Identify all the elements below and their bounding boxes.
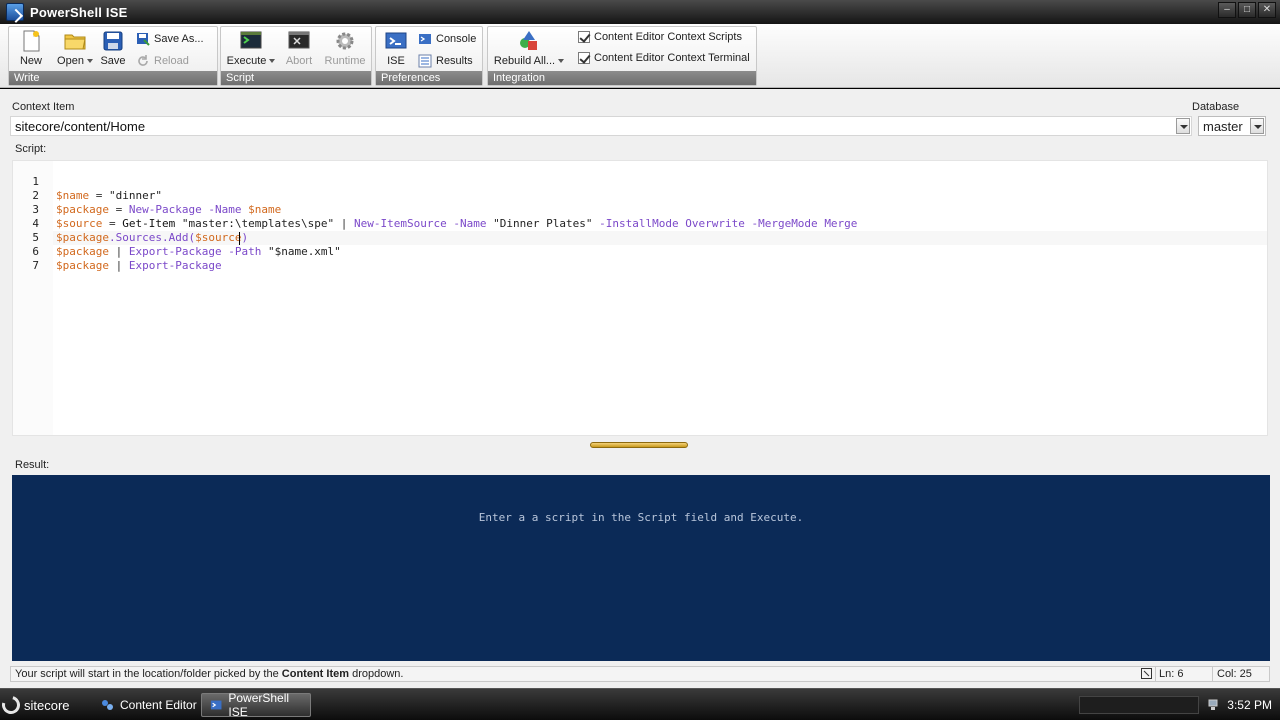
editor-result-splitter[interactable] — [590, 442, 688, 448]
new-button[interactable]: New — [11, 29, 51, 71]
ribbon: New Open Save Save As... Reload Write Ex… — [0, 24, 1280, 88]
status-divider — [1155, 667, 1156, 681]
taskbar: sitecore Content Editor PowerShell ISE 3… — [0, 688, 1280, 720]
chevron-down-icon — [269, 59, 276, 64]
main-panel: Context Item Database sitecore/content/H… — [0, 89, 1280, 688]
database-label: Database — [1192, 101, 1240, 113]
result-panel[interactable]: Enter a a script in the Script field and… — [12, 475, 1270, 661]
window-title: PowerShell ISE — [30, 4, 128, 20]
result-message: Enter a a script in the Script field and… — [478, 511, 804, 524]
write-group: New Open Save Save As... Reload Write — [8, 26, 218, 86]
context-item-input[interactable]: sitecore/content/Home — [10, 116, 1192, 136]
integration-group: Rebuild All... Content Editor Context Sc… — [487, 26, 757, 86]
execute-button[interactable]: Execute — [223, 29, 279, 71]
status-column: Col: 25 — [1217, 668, 1252, 680]
close-button[interactable]: ✕ — [1258, 2, 1276, 18]
context-item-label: Context Item — [12, 101, 75, 113]
ise-button[interactable]: ISE — [376, 29, 416, 71]
rebuild-shapes-icon — [520, 31, 537, 50]
start-button[interactable]: sitecore — [0, 692, 70, 718]
context-scripts-checkbox[interactable]: Content Editor Context Scripts — [578, 28, 742, 46]
context-terminal-checkbox[interactable]: Content Editor Context Terminal — [578, 49, 750, 67]
task-powershell-ise[interactable]: PowerShell ISE — [201, 691, 311, 719]
console-button[interactable]: Console — [418, 30, 476, 48]
abort-icon — [288, 31, 310, 49]
preferences-group: ISE Console Results Preferences — [375, 26, 483, 86]
runtime-gear-icon — [336, 32, 354, 50]
script-editor[interactable]: 1 $name = "dinner" 2 $package = New-Pack… — [12, 160, 1268, 436]
code-line: 3 $source = Get-Item "master:\templates\… — [13, 189, 857, 230]
tray-toolbar — [1079, 696, 1200, 714]
code-line: 4 $package.Sources.Add($source) — [13, 203, 248, 244]
open-folder-icon — [64, 34, 86, 50]
checkbox-checked-icon[interactable] — [578, 31, 590, 43]
powershell-app-icon — [6, 3, 24, 21]
database-dropdown-button[interactable] — [1250, 118, 1264, 134]
ise-icon — [385, 32, 407, 49]
code-line: 7 — [13, 245, 53, 272]
clock[interactable]: 3:52 PM — [1227, 698, 1272, 712]
results-list-icon — [418, 54, 432, 68]
runtime-button[interactable]: Runtime — [321, 29, 369, 71]
save-as-icon — [137, 33, 150, 46]
save-button[interactable]: Save — [93, 29, 133, 71]
system-tray: 3:52 PM — [1079, 689, 1280, 720]
preferences-group-label: Preferences — [376, 71, 482, 85]
code-line: 6 $package | Export-Package — [13, 231, 221, 272]
result-label: Result: — [15, 459, 50, 471]
content-editor-icon — [102, 700, 113, 710]
reload-icon — [138, 55, 148, 66]
text-cursor — [239, 232, 240, 245]
integration-group-label: Integration — [488, 71, 756, 85]
overwrite-mode-icon — [1141, 668, 1152, 679]
write-group-label: Write — [9, 71, 217, 85]
results-button[interactable]: Results — [418, 52, 473, 70]
console-icon — [419, 34, 431, 44]
new-document-icon — [23, 30, 40, 52]
sitecore-logo-icon — [0, 692, 24, 718]
title-bar: PowerShell ISE – □ ✕ — [0, 0, 1280, 24]
code-line: 1 $name = "dinner" — [13, 161, 162, 202]
code-line: 5 $package | Export-Package -Path "$name… — [13, 217, 340, 258]
script-group: Execute Abort Runtime Script — [220, 26, 372, 86]
save-as-button[interactable]: Save As... — [136, 30, 204, 48]
status-bar: Your script will start in the location/f… — [10, 666, 1270, 682]
status-line: Ln: 6 — [1159, 668, 1184, 680]
minimize-button[interactable]: – — [1218, 2, 1236, 18]
reload-button[interactable]: Reload — [136, 52, 189, 70]
checkbox-checked-icon[interactable] — [578, 52, 590, 64]
code-line: 2 $package = New-Package -Name $name — [13, 175, 281, 216]
abort-button[interactable]: Abort — [279, 29, 319, 71]
rebuild-all-button[interactable]: Rebuild All... — [490, 29, 568, 71]
execute-icon — [240, 31, 262, 49]
script-label: Script: — [15, 143, 47, 155]
status-divider — [1212, 667, 1213, 681]
status-message: Your script will start in the location/f… — [15, 668, 404, 680]
task-content-editor[interactable]: Content Editor — [92, 693, 205, 717]
powershell-ise-icon — [210, 700, 222, 710]
line-number: 7 — [32, 259, 39, 272]
open-button[interactable]: Open — [51, 29, 99, 71]
save-disk-icon — [103, 31, 123, 51]
script-group-label: Script — [221, 71, 371, 85]
network-icon[interactable] — [1207, 699, 1219, 711]
window-controls: – □ ✕ — [1218, 2, 1276, 18]
maximize-button[interactable]: □ — [1238, 2, 1256, 18]
context-item-dropdown-button[interactable] — [1176, 118, 1190, 134]
chevron-down-icon — [558, 59, 565, 64]
